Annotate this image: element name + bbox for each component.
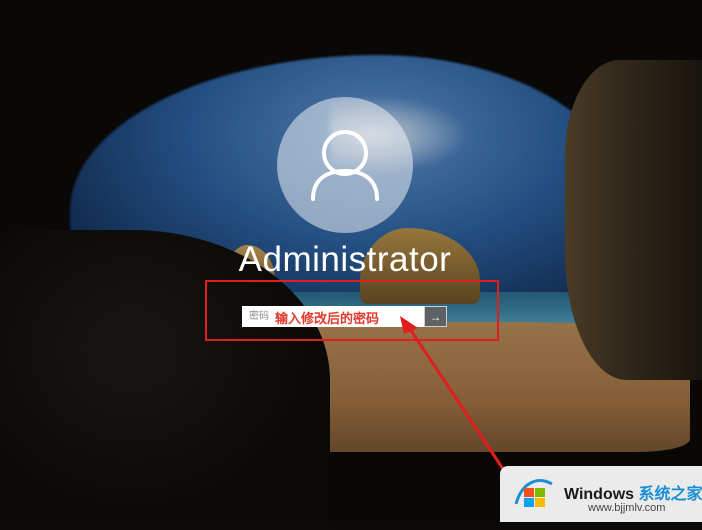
watermark-url: www.bjjmlv.com bbox=[588, 502, 666, 514]
windows-logo-icon bbox=[514, 479, 553, 507]
watermark-title-en: Windows bbox=[564, 486, 635, 503]
site-watermark: Windows 系统之家 www.bjjmlv.com bbox=[500, 466, 702, 522]
annotation-arrow bbox=[400, 316, 507, 473]
watermark-title: Windows 系统之家 bbox=[564, 480, 702, 504]
watermark-title-cn: 系统之家 bbox=[638, 486, 702, 503]
